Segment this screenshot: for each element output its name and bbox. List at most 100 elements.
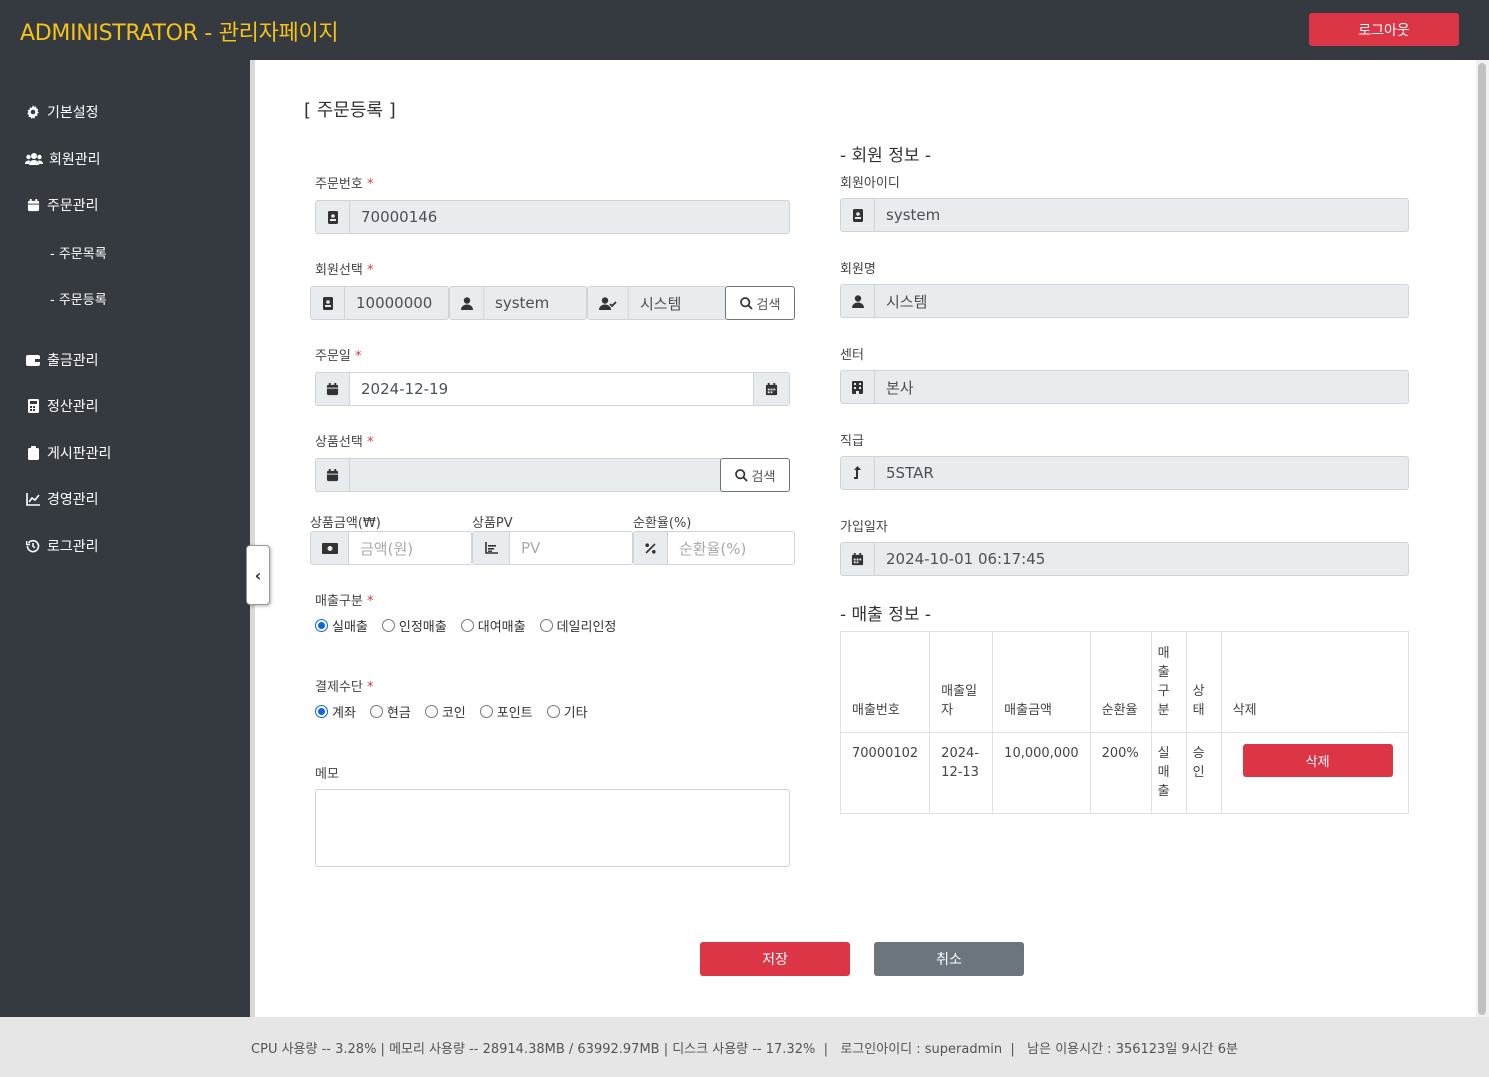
- radio-label: 인정매출: [398, 620, 447, 635]
- member-name-value: 시스템: [640, 294, 682, 313]
- sidebar-subitem-order-register[interactable]: - 주문등록: [50, 289, 107, 309]
- col-sales-type: 매출구분: [1150, 631, 1187, 733]
- rank-label: 직급: [840, 434, 864, 449]
- order-date-field[interactable]: 2024-12-19: [315, 372, 790, 406]
- required-mark: *: [366, 435, 374, 450]
- required-mark: *: [366, 680, 374, 695]
- order-no-label-text: 주문번호: [315, 177, 363, 192]
- money-bill-icon: [311, 532, 349, 564]
- return-rate-input[interactable]: 순환율(%): [668, 532, 794, 564]
- bar-chart-icon: [473, 532, 510, 564]
- radio-unchecked[interactable]: [460, 619, 474, 632]
- radio-label: 코인: [441, 706, 466, 721]
- scrollbar-thumb[interactable]: [1478, 63, 1486, 1015]
- payment-option-point[interactable]: 포인트: [479, 702, 533, 721]
- product-select-label-text: 상품선택: [315, 435, 363, 450]
- order-date-value[interactable]: 2024-12-19: [350, 373, 753, 405]
- radio-unchecked[interactable]: [424, 705, 438, 718]
- return-rate-label: 순환율(%): [633, 516, 692, 531]
- calendar-grid-icon[interactable]: [753, 373, 789, 405]
- sidebar: 기본설정 회원관리 주문관리 - 주문목록 - 주문등록 출금관리 정산관리 게…: [0, 60, 250, 1017]
- cancel-button[interactable]: 취소: [874, 942, 1024, 976]
- sidebar-item-orders[interactable]: 주문관리: [25, 194, 99, 216]
- sidebar-item-withdrawals[interactable]: 출금관리: [25, 349, 99, 371]
- radio-unchecked[interactable]: [539, 619, 553, 632]
- member-search-button[interactable]: 검색: [725, 286, 795, 320]
- calendar-grid-icon: [841, 543, 875, 575]
- radio-unchecked[interactable]: [381, 619, 395, 632]
- radio-checked[interactable]: [315, 619, 328, 632]
- payment-option-other[interactable]: 기타: [546, 702, 588, 721]
- product-select-label: 상품선택 *: [315, 431, 373, 450]
- sales-type-option-daily[interactable]: 데일리인정: [539, 616, 616, 635]
- payment-option-account[interactable]: 계좌: [315, 702, 356, 721]
- line-chart-icon: [25, 491, 41, 507]
- product-pv-field[interactable]: PV: [472, 531, 633, 565]
- sidebar-item-settlement[interactable]: 정산관리: [25, 395, 99, 417]
- sidebar-subitem-order-list[interactable]: - 주문목록: [50, 243, 107, 263]
- sidebar-item-label: 게시판관리: [47, 446, 112, 462]
- percent-icon: [634, 532, 668, 564]
- radio-label: 계좌: [332, 706, 356, 721]
- cell-return-rate: 200%: [1089, 732, 1152, 814]
- col-return-rate: 순환율: [1089, 631, 1152, 733]
- required-mark: *: [355, 349, 362, 364]
- product-amount-field[interactable]: 금액(원): [310, 531, 472, 565]
- cell-delete: 삭제: [1220, 732, 1410, 814]
- cell-sales-amount: 10,000,000: [992, 732, 1091, 814]
- search-label: 검색: [756, 297, 781, 313]
- logout-button[interactable]: 로그아웃: [1309, 13, 1459, 46]
- user-check-icon: [588, 287, 629, 319]
- product-pv-input[interactable]: PV: [510, 532, 632, 564]
- delete-button[interactable]: 삭제: [1242, 744, 1393, 777]
- payment-option-coin[interactable]: 코인: [424, 702, 466, 721]
- product-amount-input[interactable]: 금액(원): [349, 532, 471, 564]
- table-row: 70000102 2024-12-13 10,000,000 200% 실매출 …: [839, 732, 1410, 814]
- member-info-id-field: system: [840, 198, 1409, 232]
- table-header-row: 매출번호 매출일자 매출금액 순환율 매출구분 상태 삭제: [839, 631, 1410, 733]
- sidebar-item-settings[interactable]: 기본설정: [25, 101, 99, 123]
- radio-unchecked[interactable]: [479, 705, 493, 718]
- system-status-text: CPU 사용량 -- 3.28% | 메모리 사용량 -- 28914.38MB…: [251, 1041, 1238, 1057]
- calendar-icon: [316, 373, 350, 405]
- sales-type-option-recognized[interactable]: 인정매출: [381, 616, 447, 635]
- member-id-field: 10000000: [310, 286, 449, 320]
- sales-type-option-real[interactable]: 실매출: [315, 616, 368, 635]
- member-username-value: system: [495, 294, 550, 312]
- sidebar-item-label: 정산관리: [47, 399, 99, 415]
- sidebar-item-board[interactable]: 게시판관리: [25, 442, 111, 464]
- save-button[interactable]: 저장: [700, 942, 850, 976]
- search-label: 검색: [751, 469, 776, 485]
- sidebar-item-label: 출금관리: [47, 353, 99, 369]
- memo-textarea[interactable]: [315, 789, 790, 867]
- col-sales-amount: 매출금액: [992, 631, 1091, 733]
- payment-option-cash[interactable]: 현금: [369, 702, 411, 721]
- search-icon: [734, 468, 748, 482]
- member-info-center-field: 본사: [840, 370, 1409, 404]
- member-info-id-value: system: [886, 206, 941, 224]
- radio-unchecked[interactable]: [369, 705, 383, 718]
- radio-label: 포인트: [496, 706, 533, 721]
- product-field: [315, 458, 723, 492]
- radio-checked[interactable]: [315, 705, 328, 718]
- sidebar-item-members[interactable]: 회원관리: [25, 148, 101, 170]
- radio-unchecked[interactable]: [546, 705, 560, 718]
- cell-sales-date: 2024-12-13: [929, 732, 994, 814]
- return-rate-field[interactable]: 순환율(%): [633, 531, 795, 565]
- sales-type-option-rental[interactable]: 대여매출: [460, 616, 526, 635]
- product-search-button[interactable]: 검색: [720, 458, 790, 492]
- search-icon: [739, 296, 753, 310]
- sales-type-label: 매출구분 *: [315, 590, 373, 609]
- member-info-join-date-field: 2024-10-01 06:17:45: [840, 542, 1409, 576]
- member-info-rank-field: 5STAR: [840, 456, 1409, 490]
- calculator-icon: [25, 398, 41, 414]
- sidebar-collapse-button[interactable]: ‹: [246, 545, 270, 605]
- sidebar-item-management[interactable]: 경영관리: [25, 488, 99, 510]
- sidebar-item-logs[interactable]: 로그관리: [25, 535, 99, 557]
- required-mark: *: [366, 263, 374, 278]
- status-footer: CPU 사용량 -- 3.28% | 메모리 사용량 -- 28914.38MB…: [0, 1017, 1489, 1077]
- vertical-scrollbar[interactable]: [1476, 60, 1489, 1017]
- center-label: 센터: [840, 348, 864, 363]
- member-info-title: - 회원 정보 -: [840, 146, 932, 166]
- order-no-value: 70000146: [361, 208, 438, 226]
